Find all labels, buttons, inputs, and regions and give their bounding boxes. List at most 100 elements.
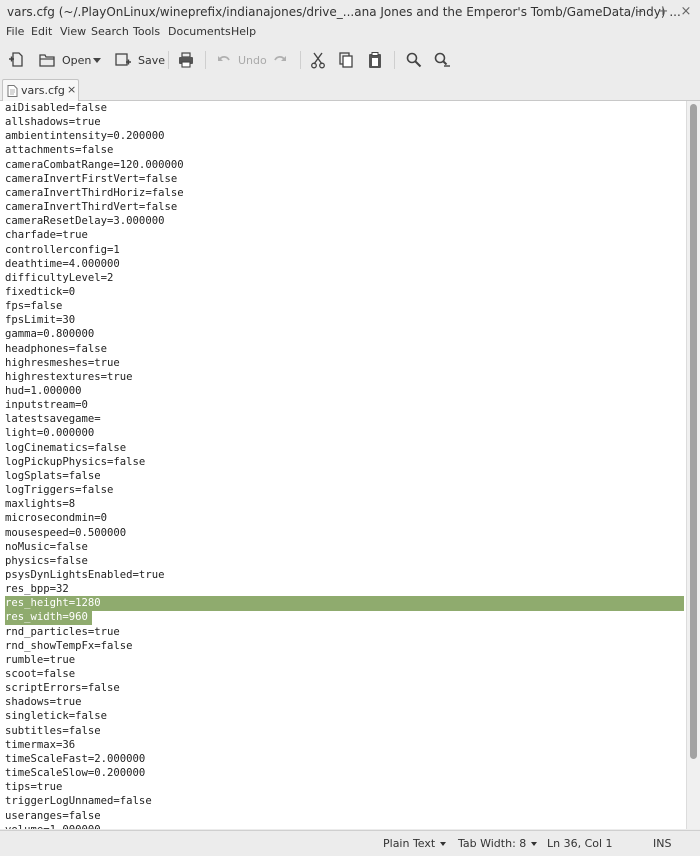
editor-line: timeScaleFast=2.000000 <box>5 752 146 765</box>
redo-icon <box>272 52 288 68</box>
editor-line: ambientintensity=0.200000 <box>5 130 165 143</box>
search-replace-icon <box>433 51 451 69</box>
toolbar-separator <box>394 51 395 69</box>
paste-icon <box>367 51 383 69</box>
search-icon <box>405 51 423 69</box>
minimize-button[interactable]: – <box>631 3 649 21</box>
editor-line: controllerconfig=1 <box>5 243 120 256</box>
copy-button[interactable] <box>338 49 354 71</box>
editor-line: logPickupPhysics=false <box>5 455 146 468</box>
redo-button[interactable] <box>272 49 288 71</box>
editor-line: light=0.000000 <box>5 427 95 440</box>
toolbar-separator <box>168 51 169 69</box>
editor-line: maxlights=8 <box>5 498 76 511</box>
search-button[interactable] <box>405 49 423 71</box>
editor-line: microsecondmin=0 <box>5 512 108 525</box>
undo-icon <box>216 52 232 68</box>
editor-line: rumble=true <box>5 653 76 666</box>
toolbar: Open Save Undo <box>0 44 700 76</box>
menu-file[interactable]: File <box>6 25 24 38</box>
language-label: Plain Text <box>383 837 436 850</box>
tab-width-selector[interactable]: Tab Width: 8 <box>458 837 538 850</box>
window-title: vars.cfg (~/.PlayOnLinux/wineprefix/indi… <box>7 5 681 19</box>
editor-line: subtitles=false <box>5 724 101 737</box>
menu-documents[interactable]: Documents <box>168 25 231 38</box>
editor-line: hud=1.000000 <box>5 385 82 397</box>
editor-line: singletick=false <box>5 710 108 723</box>
tab-width-label: Tab Width: 8 <box>458 837 527 850</box>
selection-highlight <box>5 596 684 612</box>
cut-button[interactable] <box>310 49 326 71</box>
close-window-button[interactable]: × <box>677 3 695 21</box>
editor-line: res_width=960 <box>5 611 88 624</box>
open-recent-dropdown[interactable] <box>92 49 102 71</box>
menu-bar: File Edit View Search Tools Documents He… <box>0 24 700 44</box>
insert-mode: INS <box>653 837 672 850</box>
cursor-position: Ln 36, Col 1 <box>547 837 613 850</box>
tab-label: vars.cfg <box>21 84 65 97</box>
save-label: Save <box>138 53 166 67</box>
title-bar: vars.cfg (~/.PlayOnLinux/wineprefix/indi… <box>0 0 700 24</box>
text-file-icon <box>7 85 18 100</box>
menu-help[interactable]: Help <box>231 25 256 38</box>
undo-button[interactable]: Undo <box>216 49 267 71</box>
editor-line: rnd_particles=true <box>5 625 120 638</box>
undo-label: Undo <box>238 53 267 67</box>
editor-line: timermax=36 <box>5 738 76 751</box>
paste-button[interactable] <box>367 49 383 71</box>
menu-edit[interactable]: Edit <box>31 25 52 38</box>
editor-line: scoot=false <box>5 668 76 680</box>
editor-line: physics=false <box>5 554 88 567</box>
editor-line: timeScaleSlow=0.200000 <box>5 767 146 780</box>
print-button[interactable] <box>177 49 195 71</box>
open-button[interactable]: Open <box>38 49 91 71</box>
editor-line: highrestextures=true <box>5 370 133 383</box>
toolbar-separator <box>205 51 206 69</box>
editor-line: res_bpp=32 <box>5 583 69 596</box>
editor-line: shadows=true <box>5 696 82 709</box>
print-icon <box>177 51 195 69</box>
editor-line: fpsLimit=30 <box>5 314 76 327</box>
menu-tools[interactable]: Tools <box>133 25 160 38</box>
document-tab-bar: vars.cfg × <box>0 76 700 101</box>
chevron-down-icon <box>440 842 447 846</box>
editor-line: logSplats=false <box>5 469 101 482</box>
new-document-button[interactable] <box>8 49 26 71</box>
maximize-button[interactable]: + <box>654 3 672 21</box>
editor-line: fps=false <box>5 300 63 313</box>
search-replace-button[interactable] <box>433 49 451 71</box>
tab-close-icon[interactable]: × <box>67 83 76 96</box>
status-bar: Plain Text Tab Width: 8 Ln 36, Col 1 INS <box>0 830 700 856</box>
open-folder-icon <box>38 51 56 69</box>
editor-line: fixedtick=0 <box>5 285 76 298</box>
menu-search[interactable]: Search <box>91 25 129 38</box>
editor-line: scriptErrors=false <box>5 682 120 695</box>
save-icon <box>114 51 132 69</box>
editor-line: cameraInvertThirdVert=false <box>5 201 178 214</box>
editor-line: cameraInvertThirdHoriz=false <box>5 186 184 199</box>
editor-line: useranges=false <box>5 809 101 822</box>
editor-line: rnd_showTempFx=false <box>5 639 133 652</box>
editor-line: highresmeshes=true <box>5 356 120 369</box>
open-label: Open <box>62 53 92 67</box>
cut-icon <box>310 51 326 69</box>
editor-line: latestsavegame= <box>5 413 101 426</box>
editor-line: deathtime=4.000000 <box>5 257 120 270</box>
menu-view[interactable]: View <box>60 25 86 38</box>
language-selector[interactable]: Plain Text <box>383 837 447 850</box>
text-editor[interactable]: aiDisabled=false allshadows=true ambientin… <box>0 101 686 829</box>
vertical-scrollbar[interactable] <box>686 101 700 829</box>
editor-line: difficultyLevel=2 <box>5 271 114 284</box>
save-button[interactable]: Save <box>114 49 165 71</box>
scrollbar-thumb[interactable] <box>690 104 697 759</box>
editor-line: cameraCombatRange=120.000000 <box>5 158 184 171</box>
tab-vars-cfg[interactable]: vars.cfg × <box>2 79 79 101</box>
editor-line: charfade=true <box>5 229 88 242</box>
editor-line: cameraResetDelay=3.000000 <box>5 215 165 228</box>
editor-line: logCinematics=false <box>5 441 127 454</box>
editor-line: inputstream=0 <box>5 399 88 412</box>
chevron-down-icon <box>531 842 538 846</box>
copy-icon <box>338 51 354 69</box>
editor-line: logTriggers=false <box>5 484 114 497</box>
editor-line: res_height=1280 <box>5 597 101 610</box>
